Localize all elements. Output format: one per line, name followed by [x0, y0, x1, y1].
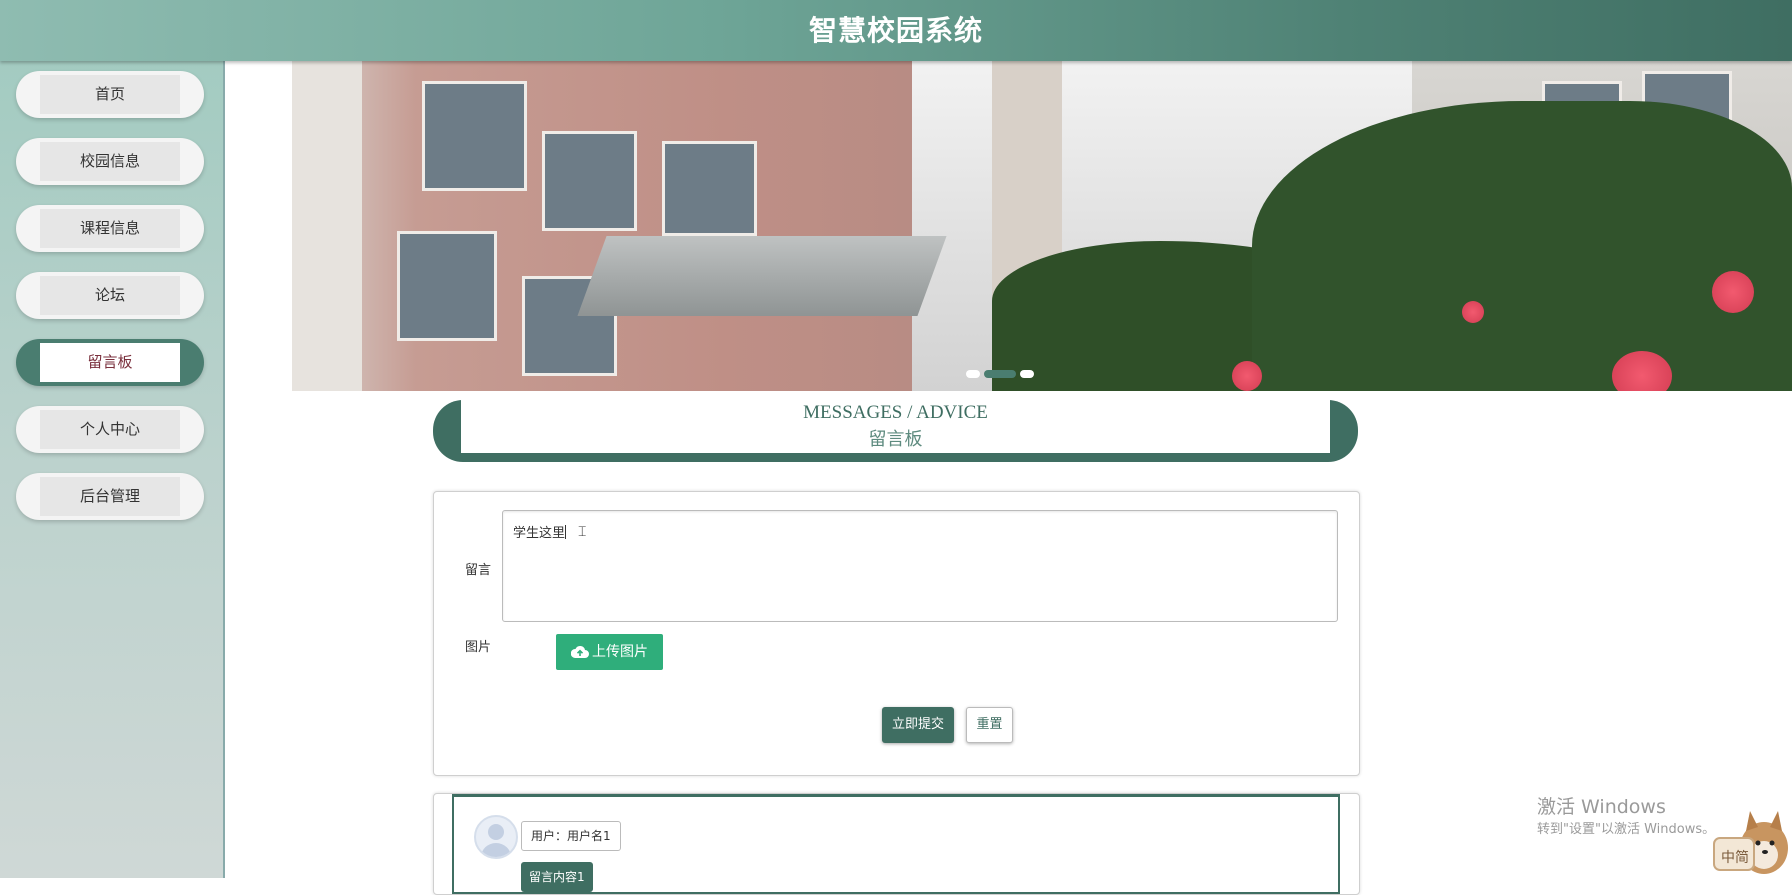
message-item: 用户：用户名1 留言内容1 — [452, 794, 1340, 894]
banner-shrub — [1252, 101, 1792, 391]
message-text: 学生这里 — [513, 526, 566, 541]
banner-column — [292, 61, 362, 391]
image-label: 图片 — [465, 640, 492, 655]
banner-window — [397, 231, 497, 341]
text-caret — [565, 525, 567, 539]
windows-activation-title: 激活 Windows — [1537, 796, 1666, 818]
carousel-indicators — [966, 363, 1038, 382]
sidebar-item-campus-info[interactable]: 校园信息 — [16, 138, 204, 185]
banner-canopy — [577, 236, 947, 316]
sidebar-item-label: 论坛 — [40, 276, 180, 315]
ime-label: 中简 — [1721, 850, 1749, 866]
sidebar-item-forum[interactable]: 论坛 — [16, 272, 204, 319]
section-title-en: MESSAGES / ADVICE — [803, 402, 988, 423]
banner-window — [542, 131, 637, 231]
banner-window — [422, 81, 527, 191]
message-content: 留言内容1 — [521, 862, 593, 892]
ibeam-cursor-icon: ⌶ — [578, 524, 587, 540]
upload-button-label: 上传图片 — [592, 644, 648, 660]
banner-flower — [1232, 361, 1262, 391]
reset-button[interactable]: 重置 — [966, 707, 1013, 743]
sidebar-item-label: 校园信息 — [40, 142, 180, 181]
submit-button[interactable]: 立即提交 — [882, 707, 954, 743]
cloud-upload-icon — [570, 645, 589, 658]
sidebar-nav: 首页 校园信息 课程信息 论坛 留言板 个人中心 后台管理 — [0, 61, 225, 878]
sidebar-item-message-board[interactable]: 留言板 — [16, 339, 204, 386]
banner-flower — [1462, 301, 1484, 323]
sidebar-item-label: 留言板 — [40, 343, 180, 382]
ime-mascot[interactable]: 中简 — [1712, 803, 1792, 878]
message-user: 用户：用户名1 — [521, 821, 621, 851]
top-header: 智慧校园系统 — [0, 0, 1792, 61]
carousel-dot-1[interactable] — [966, 370, 980, 378]
carousel-dot-2[interactable] — [984, 370, 1016, 378]
section-heading: MESSAGES / ADVICE 留言板 — [433, 400, 1358, 462]
upload-image-button[interactable]: 上传图片 — [556, 634, 663, 670]
sidebar-item-home[interactable]: 首页 — [16, 71, 204, 118]
sidebar-item-label: 个人中心 — [40, 410, 180, 449]
carousel-dot-3[interactable] — [1020, 370, 1034, 378]
message-form: 留言 学生这里 ⌶ 图片 上传图片 立即提交 重置 — [433, 491, 1360, 776]
sidebar-item-label: 课程信息 — [40, 209, 180, 248]
sidebar-item-personal-center[interactable]: 个人中心 — [16, 406, 204, 453]
section-heading-panel: MESSAGES / ADVICE 留言板 — [461, 400, 1330, 453]
section-title-zh: 留言板 — [868, 429, 923, 450]
message-label: 留言 — [465, 563, 492, 578]
windows-activation-hint: 转到"设置"以激活 Windows。 — [1537, 822, 1716, 837]
sidebar-item-admin[interactable]: 后台管理 — [16, 473, 204, 520]
banner-flower — [1712, 271, 1754, 313]
sidebar-item-label: 后台管理 — [40, 477, 180, 516]
message-list: 用户：用户名1 留言内容1 — [433, 793, 1360, 895]
user-avatar-icon — [474, 815, 518, 859]
banner-carousel[interactable] — [292, 61, 1792, 391]
site-title: 智慧校园系统 — [808, 14, 983, 47]
banner-window — [662, 141, 757, 236]
sidebar-item-course-info[interactable]: 课程信息 — [16, 205, 204, 252]
message-textarea[interactable]: 学生这里 ⌶ — [502, 510, 1338, 622]
sidebar-item-label: 首页 — [40, 75, 180, 114]
